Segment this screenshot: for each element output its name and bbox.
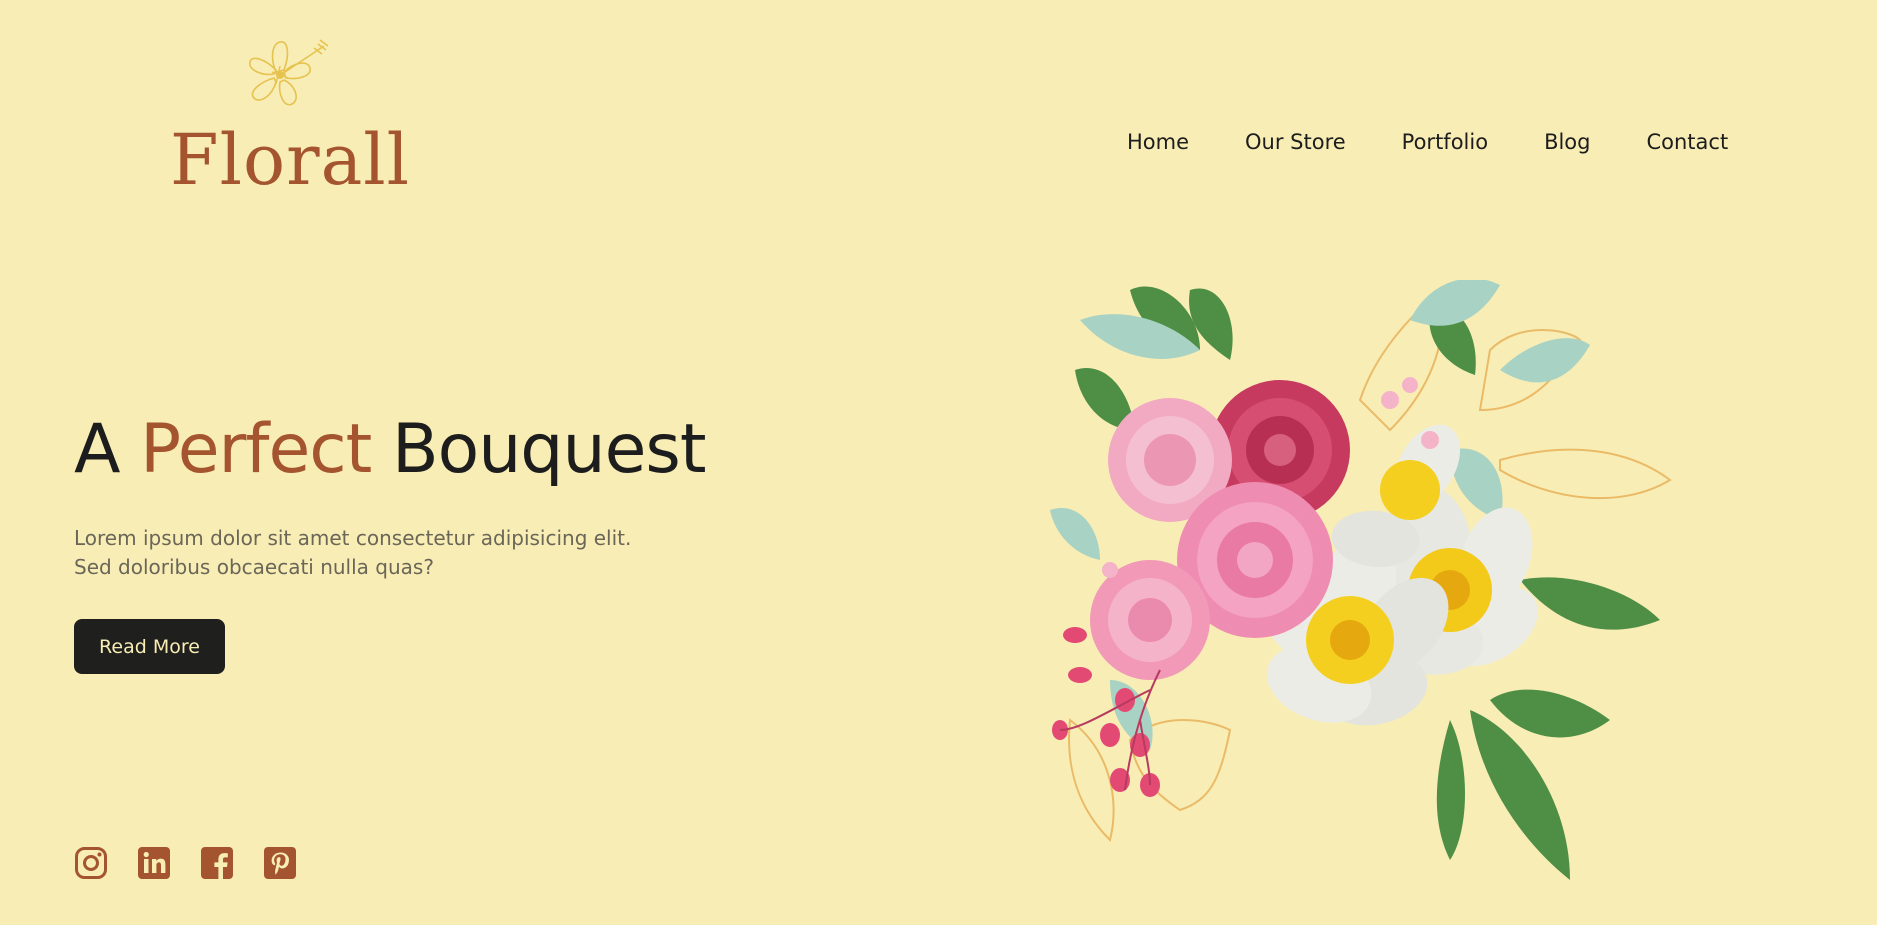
brand-logo[interactable]: Florall	[170, 36, 409, 206]
read-more-button[interactable]: Read More	[74, 619, 225, 674]
hero-description-line2: Sed doloribus obcaecati nulla quas?	[74, 555, 434, 579]
brand-name: Florall	[170, 119, 411, 201]
nav-item-our-store[interactable]: Our Store	[1245, 130, 1346, 154]
hibiscus-icon	[249, 39, 329, 106]
instagram-icon[interactable]	[74, 846, 108, 880]
hero-title-part2: Bouquest	[371, 410, 707, 489]
facebook-icon[interactable]	[200, 846, 234, 880]
linkedin-icon[interactable]	[137, 846, 171, 880]
flower-bouquet-illustration	[1050, 280, 1672, 880]
social-links	[74, 846, 297, 880]
pinterest-icon[interactable]	[263, 846, 297, 880]
nav-item-blog[interactable]: Blog	[1544, 130, 1590, 154]
nav-item-home[interactable]: Home	[1127, 130, 1189, 154]
nav-item-contact[interactable]: Contact	[1646, 130, 1728, 154]
hero-title-accent: Perfect	[140, 410, 372, 489]
hero-description: Lorem ipsum dolor sit amet consectetur a…	[74, 524, 674, 582]
nav-item-portfolio[interactable]: Portfolio	[1402, 130, 1488, 154]
hero-description-line1: Lorem ipsum dolor sit amet consectetur a…	[74, 526, 632, 550]
main-nav: Home Our Store Portfolio Blog Contact	[1127, 130, 1728, 154]
hero-title: A Perfect Bouquest	[74, 405, 707, 495]
hero-title-part1: A	[74, 410, 141, 489]
